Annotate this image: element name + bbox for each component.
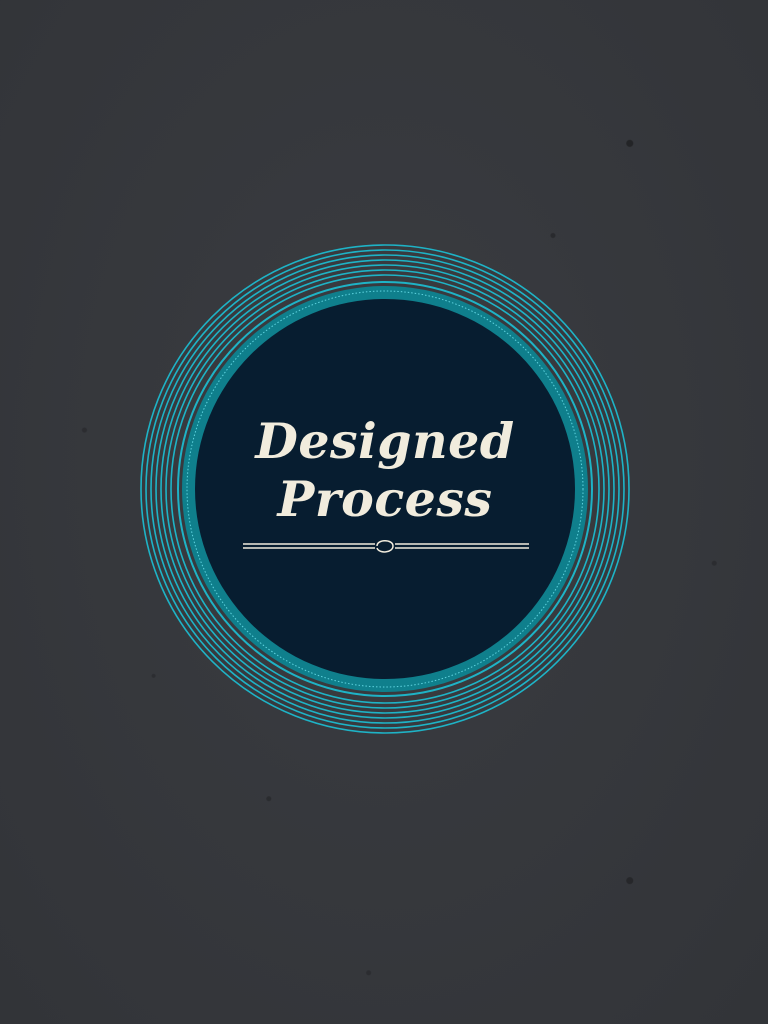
designed-process-badge: Designed Process <box>139 243 631 735</box>
app-screen: { "badge": { "title_line1": "Designed", … <box>0 0 768 1024</box>
title-line-2: Process <box>277 470 493 528</box>
title-line-1: Designed <box>255 412 515 470</box>
badge-title: Designed Process <box>200 412 570 528</box>
